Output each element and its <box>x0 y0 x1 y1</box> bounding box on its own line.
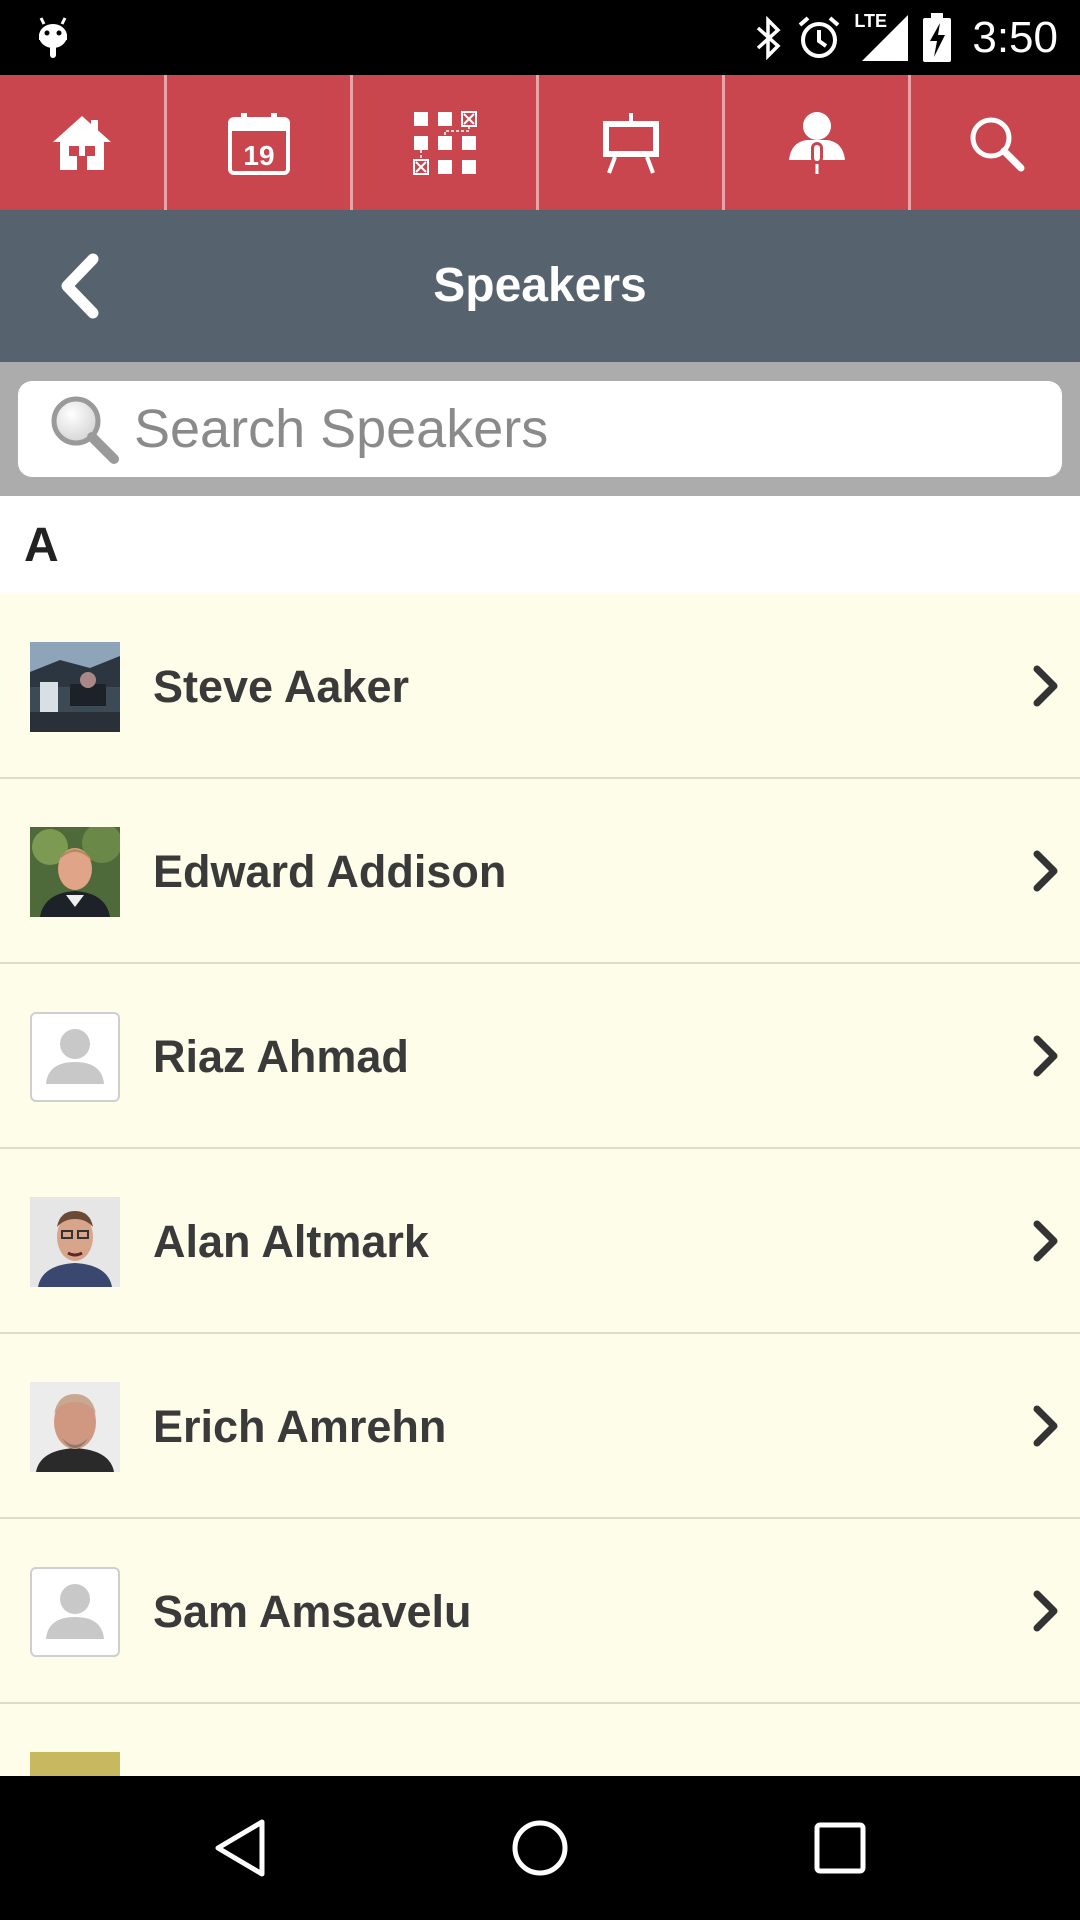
avatar <box>30 1197 120 1287</box>
section-letter: A <box>24 519 59 572</box>
search-icon <box>970 117 1024 171</box>
speaker-name: Edward Addison <box>153 846 507 897</box>
list-item[interactable]: Sam Amsavelu <box>0 1519 1080 1704</box>
calendar-day-label: 19 <box>243 140 274 171</box>
list-item[interactable]: Riaz Ahmad <box>0 964 1080 1149</box>
search-input[interactable] <box>134 398 1014 460</box>
alarm-icon <box>799 15 840 58</box>
nav-home-button[interactable] <box>0 75 167 210</box>
page-title: Speakers <box>433 259 647 312</box>
avatar <box>30 642 120 732</box>
back-triangle-icon <box>215 1819 265 1877</box>
chevron-right-icon <box>1033 850 1058 892</box>
search-box[interactable] <box>18 381 1062 477</box>
speaker-name: Erich Amrehn <box>153 1401 447 1452</box>
status-time: 3:50 <box>972 12 1058 62</box>
section-header: A <box>0 496 1080 594</box>
list-item[interactable]: Steve Aaker <box>0 594 1080 779</box>
nav-speakers-button[interactable] <box>725 75 911 210</box>
avatar-placeholder <box>30 1012 120 1102</box>
speaker-list: Steve Aaker Edward Addison Riaz Ahmad Al… <box>0 594 1080 1776</box>
presentation-board-icon <box>602 112 659 174</box>
speaker-name: Riaz Ahmad <box>153 1031 409 1082</box>
chevron-right-icon <box>1033 1035 1058 1077</box>
nav-sessions-button[interactable] <box>539 75 725 210</box>
floor-plan-icon <box>412 110 477 175</box>
home-icon <box>53 115 111 170</box>
avatar <box>30 1752 120 1776</box>
avatar <box>30 827 120 917</box>
chevron-right-icon <box>1033 1405 1058 1447</box>
nav-floorplan-button[interactable] <box>353 75 539 210</box>
speaker-icon <box>788 111 845 174</box>
lte-signal-icon: LTE <box>854 10 910 63</box>
person-placeholder-icon <box>46 1029 104 1084</box>
nav-schedule-button[interactable]: 19 <box>167 75 353 210</box>
chevron-right-icon <box>1033 1220 1058 1262</box>
avatar <box>30 1382 120 1472</box>
list-item[interactable]: Alan Altmark <box>0 1149 1080 1334</box>
avatar-placeholder <box>30 1567 120 1657</box>
bluetooth-icon <box>757 15 781 60</box>
nav-search-button[interactable] <box>911 75 1080 210</box>
magnifier-icon <box>51 396 119 464</box>
system-nav-bar <box>0 1776 1080 1920</box>
list-item[interactable]: Edward Addison <box>0 779 1080 964</box>
back-button[interactable] <box>44 248 114 324</box>
title-bar: Speakers <box>0 210 1080 362</box>
speaker-name: Steve Aaker <box>153 661 410 712</box>
system-recents-button[interactable] <box>795 1806 885 1890</box>
recents-square-icon <box>814 1822 866 1874</box>
battery-charging-icon <box>923 12 952 62</box>
person-placeholder-icon <box>46 1584 104 1639</box>
list-item[interactable]: Erich Amrehn <box>0 1334 1080 1519</box>
network-type-label: LTE <box>854 10 888 31</box>
status-bar: LTE 3:50 <box>0 0 1080 75</box>
system-home-button[interactable] <box>495 1806 585 1890</box>
system-back-button[interactable] <box>195 1806 285 1890</box>
chevron-right-icon <box>1033 665 1058 707</box>
list-item[interactable] <box>0 1704 1080 1776</box>
android-debug-icon <box>39 17 67 58</box>
chevron-left-icon <box>61 253 99 319</box>
chevron-right-icon <box>1033 1590 1058 1632</box>
home-circle-icon <box>512 1820 568 1876</box>
calendar-icon: 19 <box>227 112 290 175</box>
top-nav: 19 <box>0 75 1080 210</box>
search-bar <box>0 362 1080 496</box>
speaker-name: Sam Amsavelu <box>153 1586 472 1637</box>
speaker-name: Alan Altmark <box>153 1216 429 1267</box>
